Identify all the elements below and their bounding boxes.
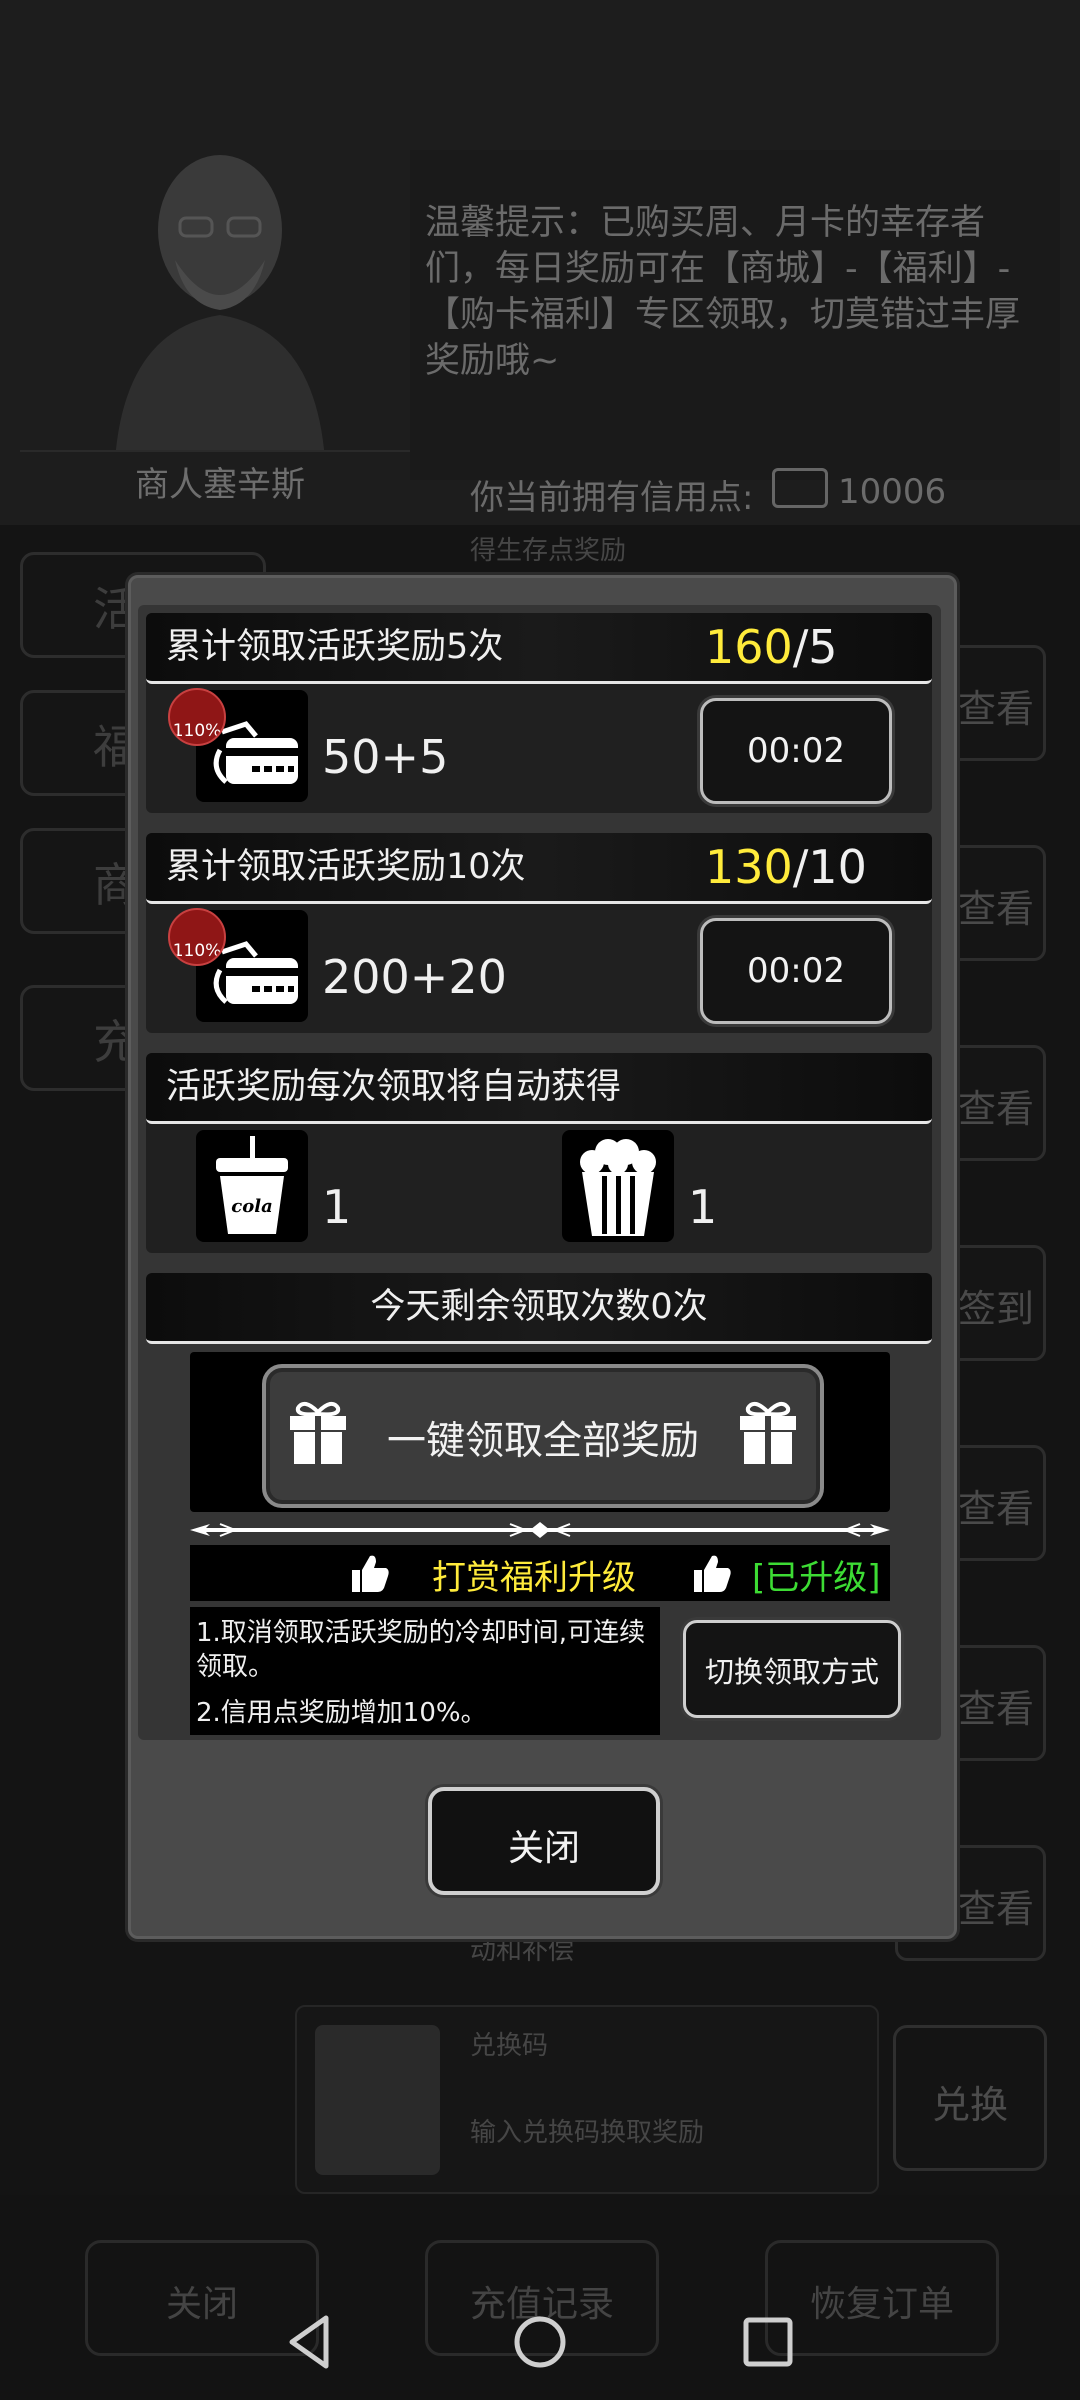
bonus-badge-1: 110% [168, 688, 226, 746]
cola-icon: cola [196, 1130, 308, 1242]
thumbs-up-icon-left [352, 1555, 389, 1592]
home-nav-icon[interactable] [508, 2310, 572, 2374]
claim-timer-button-2[interactable]: 00:02 [700, 918, 892, 1024]
redeem-code-input[interactable]: 输入兑换码换取奖励 [470, 2112, 704, 2149]
scroll-icon [315, 2025, 440, 2175]
auto-reward-title: 活跃奖励每次领取将自动获得 [166, 1067, 622, 1107]
svg-text:cola: cola [231, 1196, 272, 1217]
gift-icon-right [740, 1401, 796, 1464]
redeem-button[interactable]: 兑换 [893, 2025, 1047, 2171]
back-nav-icon[interactable] [278, 2310, 342, 2374]
credit-label: 你当前拥有信用点: [470, 478, 754, 518]
credit-card-icon [772, 468, 828, 508]
thumbs-up-icon-right [694, 1555, 731, 1592]
claim-all-button[interactable]: 一键领取全部奖励 [262, 1364, 824, 1508]
restore-order-button[interactable]: 恢复订单 [765, 2240, 999, 2356]
faint-text-1: 得生存点奖励 [470, 536, 627, 566]
reward-amount-1: 50+5 [322, 730, 449, 784]
popcorn-icon [562, 1130, 674, 1242]
redeem-title: 兑换码 [470, 2031, 549, 2061]
reward-title-2: 累计领取活跃奖励10次 [166, 847, 526, 887]
note-2: 2.信用点奖励增加10%。 [196, 1698, 487, 1728]
popcorn-qty: 1 [688, 1180, 718, 1234]
remaining-header: 今天剩余领取次数0次 [146, 1273, 932, 1344]
credit-value: 10006 [838, 472, 947, 512]
cola-qty: 1 [322, 1180, 352, 1234]
note-1: 1.取消领取活跃奖励的冷却时间,可连续领取。 [196, 1618, 646, 1682]
merchant-portrait [0, 120, 415, 450]
reward-amount-2: 200+20 [322, 950, 507, 1004]
upgrade-label: 打赏福利升级 [432, 1558, 636, 1598]
modal-close-button[interactable]: 关闭 [428, 1787, 660, 1895]
ornamental-divider [190, 1522, 890, 1538]
remaining-count: 今天剩余领取次数0次 [370, 1287, 708, 1327]
bonus-badge-2: 110% [168, 908, 226, 966]
reward-title-1: 累计领取活跃奖励5次 [166, 627, 504, 667]
switch-claim-mode-button[interactable]: 切换领取方式 [683, 1620, 901, 1718]
recents-nav-icon[interactable] [736, 2310, 800, 2374]
reward-count-2: 130/10 [705, 840, 867, 894]
reward-count-1: 160/5 [705, 620, 838, 674]
upgraded-status: [已升级] [752, 1558, 881, 1598]
claim-timer-button-1[interactable]: 00:02 [700, 698, 892, 804]
merchant-name: 商人塞辛斯 [20, 450, 420, 518]
tip-text: 温馨提示：已购买周、月卡的幸存者们，每日奖励可在【商城】-【福利】-【购卡福利】… [425, 203, 1021, 381]
